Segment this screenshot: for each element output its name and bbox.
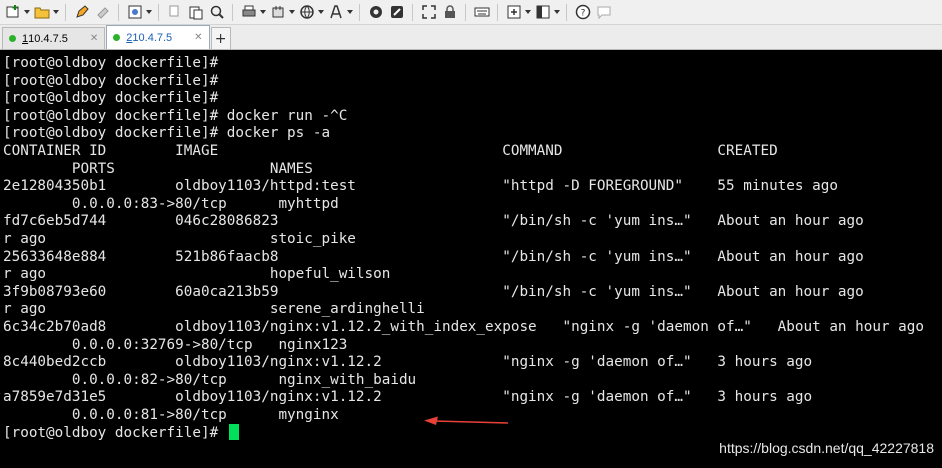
- close-icon[interactable]: ✕: [90, 33, 98, 44]
- divider: [359, 3, 360, 21]
- layout-icon[interactable]: [532, 2, 553, 23]
- prompt: [root@oldboy dockerfile]#: [3, 425, 219, 442]
- terminal-line: 0.0.0.0:83->80/tcp myhttpd: [3, 195, 339, 212]
- open-folder-icon[interactable]: [31, 2, 52, 23]
- terminal-line: 2e12804350b1 oldboy1103/httpd:test "http…: [3, 178, 838, 195]
- chevron-down-icon[interactable]: [23, 2, 31, 23]
- globe-icon[interactable]: [296, 2, 317, 23]
- terminal-line: [root@oldboy dockerfile]# docker ps -a: [3, 125, 331, 142]
- terminal-line: [root@oldboy dockerfile]# docker run -^C: [3, 107, 348, 124]
- terminal-cursor: [228, 424, 239, 441]
- toolbar: ?: [0, 0, 942, 25]
- status-dot-icon: [113, 34, 121, 41]
- script-icon[interactable]: [365, 2, 386, 23]
- chevron-down-icon[interactable]: [288, 2, 296, 23]
- divider: [158, 3, 159, 21]
- find-icon[interactable]: [206, 2, 227, 23]
- terminal-line: 0.0.0.0:32769->80/tcp nginx123: [3, 336, 348, 353]
- terminal-line: a7859e7d31e5 oldboy1103/nginx:v1.12.2 "n…: [3, 389, 813, 406]
- terminal-line: [root@oldboy dockerfile]#: [3, 90, 219, 107]
- svg-text:?: ?: [580, 9, 585, 19]
- terminal-line: [root@oldboy dockerfile]#: [3, 72, 219, 89]
- chevron-down-icon[interactable]: [346, 2, 354, 23]
- fullscreen-icon[interactable]: [418, 2, 439, 23]
- font-icon[interactable]: [325, 2, 346, 23]
- chevron-down-icon[interactable]: [259, 2, 267, 23]
- add-icon[interactable]: [503, 2, 524, 23]
- tab-label: 10.4.7.5: [132, 31, 173, 44]
- compose-icon[interactable]: [386, 2, 407, 23]
- terminal-line: 8c440bed2ccb oldboy1103/nginx:v1.12.2 "n…: [3, 354, 813, 371]
- chevron-down-icon[interactable]: [145, 2, 153, 23]
- watermark: https://blog.csdn.net/qq_42227818: [719, 440, 934, 456]
- divider: [65, 3, 66, 21]
- chevron-down-icon[interactable]: [317, 2, 325, 23]
- terminal-output[interactable]: [root@oldboy dockerfile]# [root@oldboy d…: [0, 51, 942, 468]
- tab-session-2[interactable]: 2 10.4.7.5 ✕: [106, 25, 210, 49]
- divider: [118, 3, 119, 21]
- terminal-line: fd7c6eb5d744 046c28086823 "/bin/sh -c 'y…: [3, 213, 864, 230]
- terminal-line: 3f9b08793e60 60a0ca213b59 "/bin/sh -c 'y…: [3, 283, 864, 300]
- status-dot-icon: [9, 35, 16, 42]
- terminal-line: 25633648e884 521b86faacb8 "/bin/sh -c 'y…: [3, 248, 864, 265]
- new-tab-button[interactable]: +: [210, 27, 231, 49]
- chevron-down-icon[interactable]: [553, 2, 561, 23]
- transfer-icon[interactable]: [267, 2, 288, 23]
- lock-icon[interactable]: [439, 2, 460, 23]
- print-icon[interactable]: [238, 2, 259, 23]
- divider: [412, 3, 413, 21]
- divider: [566, 3, 567, 21]
- terminal-line: CONTAINER ID IMAGE COMMAND CREATED: [3, 142, 778, 159]
- help-icon[interactable]: ?: [572, 2, 593, 23]
- tab-session-1[interactable]: 1 10.4.7.5 ✕: [2, 27, 106, 49]
- terminal-line: PORTS NAMES: [3, 160, 313, 177]
- pencil-icon[interactable]: [71, 2, 92, 23]
- paste-icon[interactable]: [185, 2, 206, 23]
- keyboard-icon[interactable]: [471, 2, 492, 23]
- chat-icon[interactable]: [593, 2, 614, 23]
- terminal-line: r ago serene_ardinghelli: [3, 301, 425, 318]
- terminal-line: 0.0.0.0:82->80/tcp nginx_with_baidu: [3, 371, 417, 388]
- new-session-icon[interactable]: [2, 2, 23, 23]
- tab-label: 10.4.7.5: [28, 32, 68, 45]
- divider: [232, 3, 233, 21]
- properties-icon[interactable]: [124, 2, 145, 23]
- terminal-line: r ago stoic_pike: [3, 230, 356, 247]
- terminal-line: [root@oldboy dockerfile]#: [3, 55, 219, 71]
- annotation-arrow-icon: [424, 416, 509, 425]
- close-icon[interactable]: ✕: [194, 32, 202, 43]
- tab-bar: 1 10.4.7.5 ✕ 2 10.4.7.5 ✕ +: [0, 25, 942, 50]
- chevron-down-icon[interactable]: [52, 2, 60, 23]
- chevron-down-icon[interactable]: [524, 2, 532, 23]
- terminal-line: 6c34c2b70ad8 oldboy1103/nginx:v1.12.2_wi…: [3, 318, 924, 335]
- eraser-icon[interactable]: [92, 2, 113, 23]
- copy-icon[interactable]: [164, 2, 185, 23]
- divider: [465, 3, 466, 21]
- divider: [497, 3, 498, 21]
- terminal-line: r ago hopeful_wilson: [3, 266, 391, 283]
